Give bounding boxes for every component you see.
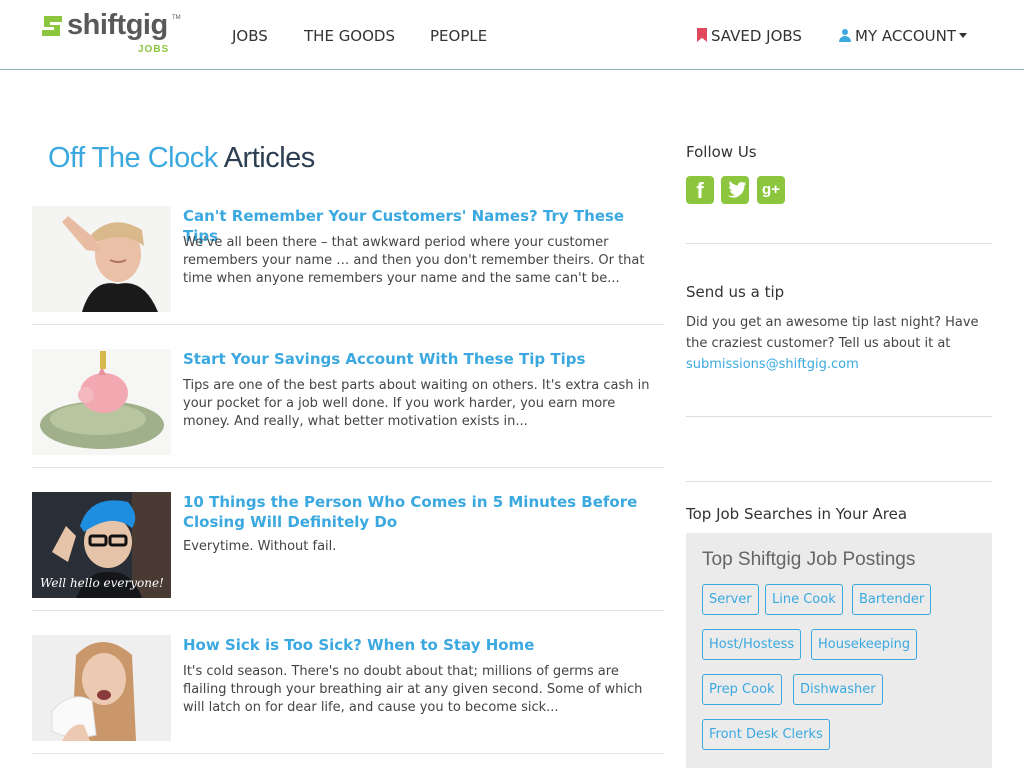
top-searches-heading: Top Job Searches in Your Area <box>686 505 908 523</box>
job-tag-server[interactable]: Server <box>702 584 759 615</box>
nav-the-goods[interactable]: THE GOODS <box>304 27 395 45</box>
logo-wordmark: shiftgig <box>67 9 168 41</box>
caret-down-icon <box>959 33 967 38</box>
article-excerpt: Tips are one of the best parts about wai… <box>183 378 650 429</box>
job-postings-panel: Top Shiftgig Job Postings Server Line Co… <box>686 533 992 768</box>
facebook-icon[interactable]: f <box>686 176 714 204</box>
user-icon <box>839 29 851 42</box>
job-tag-host-hostess[interactable]: Host/Hostess <box>702 629 802 660</box>
article-item: Can't Remember Your Customers' Names? Tr… <box>32 206 664 325</box>
article-item: How Sick is Too Sick? When to Stay Home … <box>32 635 664 754</box>
tip-email-link[interactable]: submissions@shiftgig.com <box>686 357 859 372</box>
page-title: Off The Clock Articles <box>48 142 315 175</box>
google-plus-icon[interactable]: g+ <box>757 176 785 204</box>
my-account-menu[interactable]: MY ACCOUNT <box>839 27 967 45</box>
shiftgig-logo-mark-icon <box>42 16 62 36</box>
job-tag-bartender[interactable]: Bartender <box>852 584 932 615</box>
job-postings-title: Top Shiftgig Job Postings <box>702 549 916 570</box>
job-tag-dishwasher[interactable]: Dishwasher <box>793 674 883 705</box>
article-excerpt: We've all been there – that awkward peri… <box>183 235 645 286</box>
send-tip-body: Did you get an awesome tip last night? H… <box>686 315 979 351</box>
logo-subtitle: JOBS <box>138 44 170 55</box>
twitter-icon[interactable] <box>721 176 749 204</box>
article-item: Start Your Savings Account With These Ti… <box>32 349 664 468</box>
article-thumbnail[interactable] <box>32 206 171 312</box>
image-caption: Well hello everyone! <box>40 576 164 590</box>
job-tag-prep-cook[interactable]: Prep Cook <box>702 674 782 705</box>
bookmark-icon <box>697 28 707 42</box>
my-account-label: MY ACCOUNT <box>855 27 956 45</box>
nav-people[interactable]: PEOPLE <box>430 27 487 45</box>
article-title[interactable]: 10 Things the Person Who Comes in 5 Minu… <box>183 492 658 532</box>
twitter-bird-icon <box>727 181 746 198</box>
job-tag-front-desk-clerks[interactable]: Front Desk Clerks <box>702 719 830 750</box>
logo-trademark: TM <box>172 15 181 21</box>
job-tag-line-cook[interactable]: Line Cook <box>765 584 843 615</box>
woman-thinking-image <box>32 206 171 312</box>
article-thumbnail[interactable]: Well hello everyone! <box>32 492 171 598</box>
article-thumbnail[interactable] <box>32 635 171 741</box>
article-title[interactable]: How Sick is Too Sick? When to Stay Home <box>183 635 658 655</box>
page-title-part1: Off The Clock <box>48 142 218 174</box>
sidebar-divider <box>686 416 992 417</box>
sidebar-divider <box>686 481 992 482</box>
site-header: shiftgig TM JOBS JOBS THE GOODS PEOPLE S… <box>0 0 1024 70</box>
follow-us-heading: Follow Us <box>686 143 757 161</box>
saved-jobs-link[interactable]: SAVED JOBS <box>697 27 802 45</box>
piggy-bank-image <box>32 349 171 455</box>
article-excerpt: It's cold season. There's no doubt about… <box>183 664 643 715</box>
saved-jobs-label: SAVED JOBS <box>711 27 802 45</box>
sick-woman-image <box>32 635 171 741</box>
page-title-part2: Articles <box>223 142 316 174</box>
sidebar-divider <box>686 243 992 244</box>
article-thumbnail[interactable] <box>32 349 171 455</box>
shiftgig-logo[interactable]: shiftgig TM JOBS <box>40 9 185 58</box>
article-excerpt: Everytime. Without fail. <box>183 539 337 554</box>
send-tip-heading: Send us a tip <box>686 283 785 301</box>
send-tip-text: Did you get an awesome tip last night? H… <box>686 312 986 375</box>
nav-jobs[interactable]: JOBS <box>232 27 268 45</box>
article-item: Well hello everyone! 10 Things the Perso… <box>32 492 664 611</box>
article-title[interactable]: Start Your Savings Account With These Ti… <box>183 349 658 369</box>
job-tag-housekeeping[interactable]: Housekeeping <box>811 629 918 660</box>
